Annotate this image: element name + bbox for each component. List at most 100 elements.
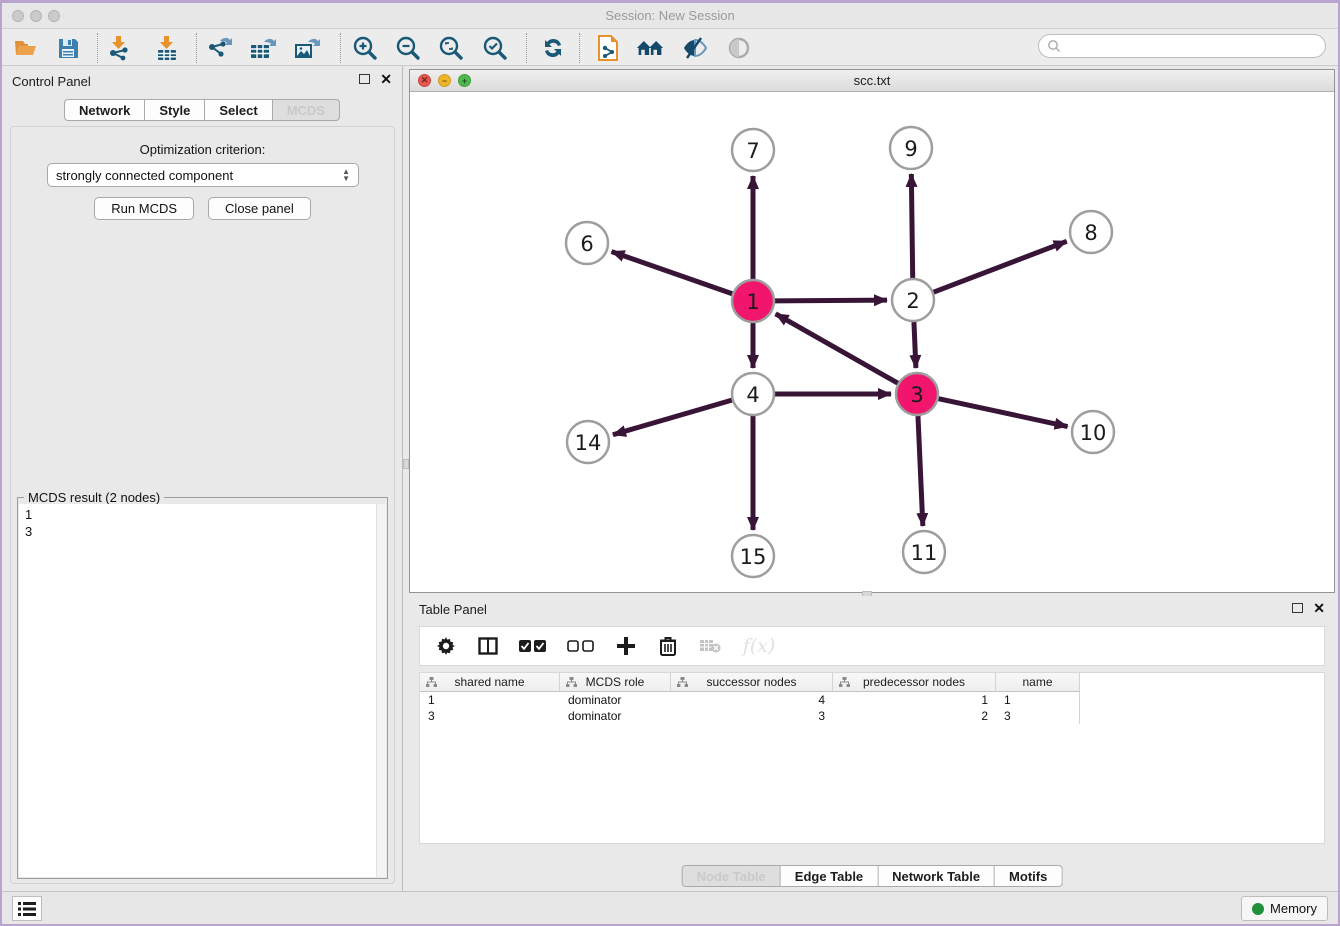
delete-column-icon[interactable]	[656, 634, 680, 658]
tab-style[interactable]: Style	[145, 99, 205, 121]
export-network-icon[interactable]	[206, 34, 234, 62]
cell-predecessor-nodes: 2	[833, 708, 996, 724]
mcds-panel: Optimization criterion: strongly connect…	[10, 126, 395, 884]
toolbar-separator	[97, 33, 98, 63]
graph-node-14[interactable]: 14	[567, 421, 609, 463]
graph-edge-3-1[interactable]	[776, 314, 898, 383]
style-preview-icon[interactable]	[681, 34, 709, 62]
save-session-icon[interactable]	[54, 34, 82, 62]
column-header-shared-name[interactable]: shared name	[420, 673, 560, 692]
clone-network-icon[interactable]	[594, 34, 622, 62]
graph-edge-1-2[interactable]	[775, 300, 887, 301]
tab-mcds[interactable]: MCDS	[273, 99, 340, 121]
task-history-button[interactable]	[12, 896, 42, 921]
network-view-titlebar[interactable]: ✕ − + scc.txt	[410, 70, 1334, 92]
zoom-selected-icon[interactable]	[481, 34, 509, 62]
table-header-row: shared name MCDS role successor nodes pr…	[420, 673, 1324, 692]
settings-gear-icon[interactable]	[434, 634, 458, 658]
tab-network-table[interactable]: Network Table	[878, 865, 995, 887]
export-table-icon[interactable]	[249, 34, 277, 62]
graph-edge-1-6[interactable]	[612, 252, 733, 294]
table-panel-float-icon[interactable]	[1292, 603, 1303, 613]
memory-status-icon	[1252, 903, 1264, 915]
show-graphics-details-icon[interactable]	[725, 34, 753, 62]
graph-edge-4-14[interactable]	[613, 400, 732, 435]
cell-successor-nodes: 4	[671, 692, 833, 708]
tab-edge-table[interactable]: Edge Table	[781, 865, 878, 887]
import-network-icon[interactable]	[105, 34, 133, 62]
column-label: name	[1022, 675, 1052, 689]
graph-edge-3-10[interactable]	[939, 399, 1068, 427]
zoom-out-icon[interactable]	[394, 34, 422, 62]
network-view-window: ✕ − + scc.txt 7 9 6 8 1 2 4 3 14 10 15 11	[409, 69, 1335, 593]
graph-edge-2-8[interactable]	[934, 241, 1067, 292]
graph-node-7[interactable]: 7	[732, 129, 774, 171]
mcds-result-textarea[interactable]: 1 3	[19, 504, 386, 877]
graph-edge-2-9[interactable]	[911, 174, 912, 278]
graph-node-label: 11	[911, 541, 938, 565]
graph-node-3[interactable]: 3	[896, 373, 938, 415]
graph-node-4[interactable]: 4	[732, 373, 774, 415]
graph-node-label: 15	[740, 545, 767, 569]
table-row[interactable]: 1 dominator 4 1 1	[420, 692, 1324, 708]
table-panel-close-icon[interactable]: ✕	[1313, 603, 1325, 613]
graph-edge-2-3[interactable]	[914, 322, 916, 368]
run-mcds-button[interactable]: Run MCDS	[94, 197, 194, 220]
graph-node-8[interactable]: 8	[1070, 211, 1112, 253]
close-panel-button[interactable]: Close panel	[208, 197, 311, 220]
control-panel-close-icon[interactable]: ✕	[380, 74, 392, 84]
optimization-criterion-value: strongly connected component	[56, 168, 233, 183]
column-header-predecessor-nodes[interactable]: predecessor nodes	[833, 673, 996, 692]
control-panel-title: Control Panel	[12, 74, 91, 89]
vertical-splitter-handle[interactable]	[403, 459, 409, 469]
open-session-icon[interactable]	[12, 34, 40, 62]
graph-node-2[interactable]: 2	[892, 279, 934, 321]
control-panel: Control Panel ✕ Network Style Select MCD…	[2, 66, 403, 893]
memory-button[interactable]: Memory	[1241, 896, 1328, 921]
window-titlebar: Session: New Session	[2, 3, 1338, 29]
control-panel-float-icon[interactable]	[359, 74, 370, 84]
search-input[interactable]	[1038, 34, 1326, 58]
toolbar-separator	[196, 33, 197, 63]
home-icon[interactable]	[636, 34, 664, 62]
tab-network[interactable]: Network	[64, 99, 145, 121]
chevron-up-down-icon: ▲▼	[342, 168, 350, 182]
graph-node-9[interactable]: 9	[890, 127, 932, 169]
column-header-mcds-role[interactable]: MCDS role	[560, 673, 671, 692]
graph-node-label: 1	[746, 290, 759, 314]
cell-successor-nodes: 3	[671, 708, 833, 724]
cell-mcds-role: dominator	[560, 692, 671, 708]
add-column-icon[interactable]	[614, 634, 638, 658]
network-graph-canvas[interactable]: 7 9 6 8 1 2 4 3 14 10 15 11	[410, 92, 1334, 592]
graph-node-15[interactable]: 15	[732, 535, 774, 577]
optimization-criterion-select[interactable]: strongly connected component ▲▼	[47, 163, 359, 187]
tab-node-table[interactable]: Node Table	[682, 865, 781, 887]
zoom-fit-icon[interactable]	[437, 34, 465, 62]
result-scrollbar[interactable]	[376, 504, 386, 877]
graph-node-label: 10	[1080, 421, 1107, 445]
import-table-icon[interactable]	[153, 34, 181, 62]
toolbar-separator	[526, 33, 527, 63]
graph-node-1[interactable]: 1	[732, 280, 774, 322]
column-header-successor-nodes[interactable]: successor nodes	[671, 673, 833, 692]
table-row[interactable]: 3 dominator 3 2 3	[420, 708, 1324, 724]
graph-edge-3-11[interactable]	[918, 416, 923, 526]
graph-node-label: 2	[906, 289, 919, 313]
column-header-name[interactable]: name	[996, 673, 1080, 692]
tab-motifs[interactable]: Motifs	[995, 865, 1062, 887]
graph-node-10[interactable]: 10	[1072, 411, 1114, 453]
column-chooser-icon[interactable]	[476, 634, 500, 658]
graph-node-6[interactable]: 6	[566, 222, 608, 264]
mcds-result-title: MCDS result (2 nodes)	[24, 490, 164, 505]
main-toolbar	[2, 29, 1338, 66]
tab-select[interactable]: Select	[205, 99, 272, 121]
column-type-icon	[839, 677, 850, 688]
select-all-checkboxes-icon[interactable]	[518, 634, 548, 658]
zoom-in-icon[interactable]	[351, 34, 379, 62]
deselect-all-checkboxes-icon[interactable]	[566, 634, 596, 658]
graph-node-11[interactable]: 11	[903, 531, 945, 573]
export-image-icon[interactable]	[293, 34, 321, 62]
search-icon	[1047, 39, 1061, 53]
graph-node-label: 14	[575, 431, 602, 455]
refresh-icon[interactable]	[539, 34, 567, 62]
